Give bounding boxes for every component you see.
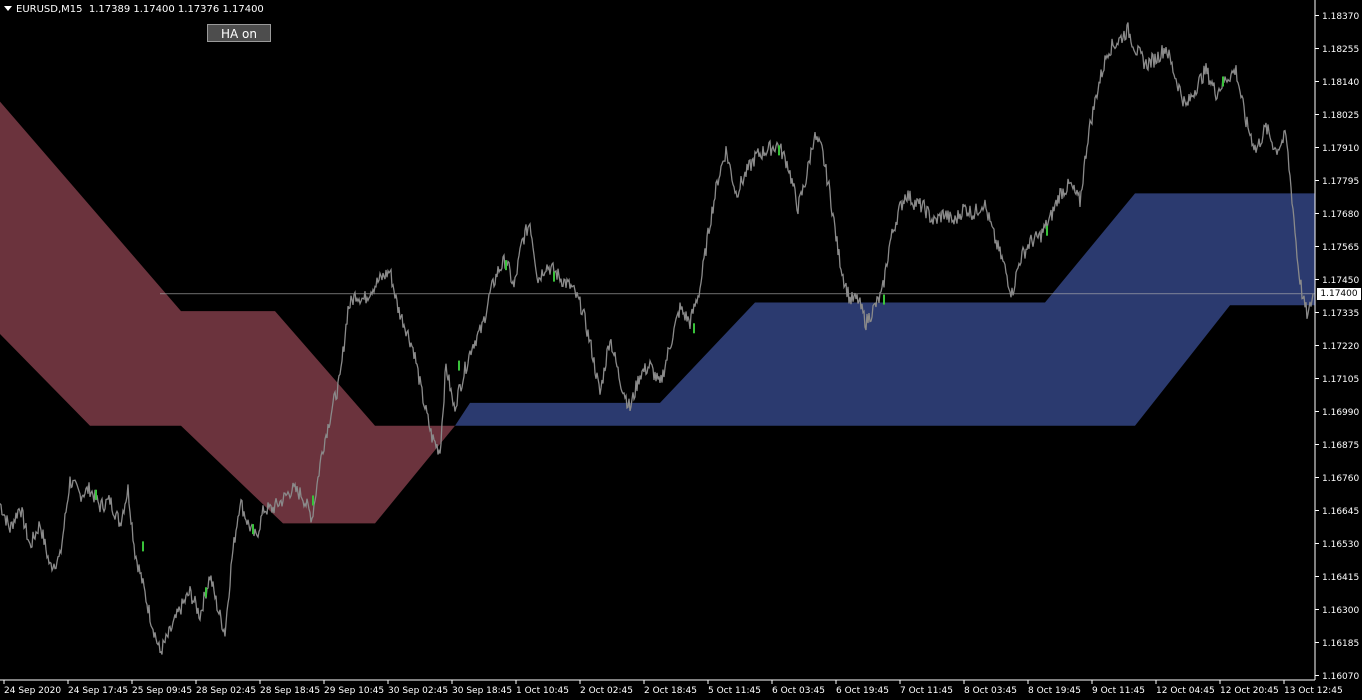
x-tick-label: 29 Sep 10:45 xyxy=(324,686,384,696)
y-tick-label: 1.17450 xyxy=(1322,276,1359,286)
bull-candle xyxy=(505,260,507,271)
x-tick-label: 1 Oct 10:45 xyxy=(516,686,569,696)
y-tick-label: 1.17680 xyxy=(1322,210,1359,220)
y-axis-ticks: 1.18370 1.18255 1.18140 1.18025 1.17910 1.177… xyxy=(1315,12,1359,682)
y-tick-label: 1.16415 xyxy=(1322,573,1359,583)
y-tick-label: 1.17220 xyxy=(1322,342,1359,352)
x-tick-label: 6 Oct 19:45 xyxy=(836,686,889,696)
bull-candle xyxy=(95,489,97,500)
x-tick-label: 24 Sep 2020 xyxy=(4,686,61,696)
x-tick-label: 2 Oct 18:45 xyxy=(644,686,697,696)
y-tick-label: 1.18255 xyxy=(1322,45,1359,55)
bull-candle xyxy=(1222,76,1224,87)
y-tick-label: 1.16530 xyxy=(1322,540,1359,550)
bull-candle xyxy=(252,524,254,535)
bull-candle xyxy=(1046,225,1048,236)
y-tick-label: 1.16070 xyxy=(1322,672,1359,682)
y-tick-label: 1.17795 xyxy=(1322,177,1359,187)
x-tick-label: 28 Sep 02:45 xyxy=(196,686,256,696)
price-chart[interactable]: 1.18370 1.18255 1.18140 1.18025 1.17910 1.177… xyxy=(0,0,1362,700)
y-tick-label: 1.17565 xyxy=(1322,243,1359,253)
x-tick-label: 5 Oct 11:45 xyxy=(708,686,761,696)
x-tick-label: 6 Oct 03:45 xyxy=(772,686,825,696)
bull-candle xyxy=(312,495,314,506)
y-tick-label: 1.16990 xyxy=(1322,408,1359,418)
x-tick-label: 28 Sep 18:45 xyxy=(260,686,320,696)
bull-candle xyxy=(883,294,885,305)
current-price-label: 1.17400 xyxy=(1317,287,1361,300)
ha-toggle-button[interactable]: HA on xyxy=(207,24,271,42)
y-tick-label: 1.16760 xyxy=(1322,474,1359,484)
y-tick-label: 1.16645 xyxy=(1322,507,1359,517)
bull-candle xyxy=(142,541,144,552)
bull-candle xyxy=(778,145,780,156)
x-tick-label: 7 Oct 11:45 xyxy=(900,686,953,696)
y-tick-label: 1.17335 xyxy=(1322,309,1359,319)
x-tick-label: 13 Oct 12:45 xyxy=(1284,686,1343,696)
y-tick-label: 1.18140 xyxy=(1322,78,1359,88)
x-tick-label: 25 Sep 09:45 xyxy=(132,686,192,696)
bull-candle xyxy=(458,360,460,371)
x-tick-label: 9 Oct 11:45 xyxy=(1092,686,1145,696)
y-tick-label: 1.17910 xyxy=(1322,144,1359,154)
y-tick-label: 1.16300 xyxy=(1322,606,1359,616)
symbol-label: EURUSD,M15 xyxy=(16,4,83,15)
bull-candle xyxy=(205,587,207,598)
y-tick-label: 1.18025 xyxy=(1322,111,1359,121)
y-tick-label: 1.18370 xyxy=(1322,12,1359,22)
x-tick-label: 12 Oct 04:45 xyxy=(1156,686,1215,696)
y-tick-label: 1.16185 xyxy=(1322,639,1359,649)
x-tick-label: 24 Sep 17:45 xyxy=(68,686,128,696)
y-tick-label: 1.17105 xyxy=(1322,375,1359,385)
x-tick-label: 30 Sep 02:45 xyxy=(388,686,448,696)
x-tick-label: 8 Oct 19:45 xyxy=(1028,686,1081,696)
x-tick-label: 8 Oct 03:45 xyxy=(964,686,1017,696)
x-tick-label: 2 Oct 02:45 xyxy=(580,686,633,696)
ohlc-values: 1.17389 1.17400 1.17376 1.17400 xyxy=(88,4,264,15)
symbol-info: EURUSD,M15 1.17389 1.17400 1.17376 1.174… xyxy=(4,4,264,15)
bull-candle xyxy=(693,323,695,334)
x-tick-label: 30 Sep 18:45 xyxy=(452,686,512,696)
dropdown-triangle-icon[interactable] xyxy=(4,6,12,11)
x-tick-label: 12 Oct 20:45 xyxy=(1220,686,1279,696)
y-tick-label: 1.16875 xyxy=(1322,441,1359,451)
bull-candle xyxy=(553,271,555,282)
